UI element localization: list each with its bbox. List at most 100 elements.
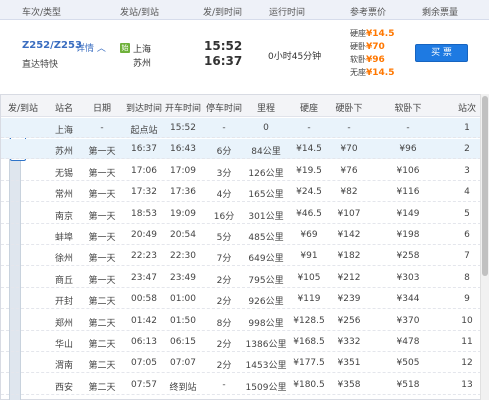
cell-station: 西安 — [54, 382, 74, 393]
cell-arrive-time: 07:57 — [131, 379, 157, 390]
buy-ticket-button[interactable]: 买 票 — [415, 44, 468, 62]
cell-stop-no: 12 — [461, 358, 473, 369]
to-station: 苏州 — [133, 59, 152, 69]
cell-date: 第一天 — [88, 147, 116, 158]
cell-soft-sleeper: ¥303 — [396, 272, 420, 283]
cell-hard-sleeper: ¥212 — [337, 272, 361, 283]
header-times: 发/到时间 — [203, 8, 243, 18]
stops-panel: 发/到站 站名 日期 到达时间 开车时间 停车时间 里程 硬座 硬卧下 软卧下 … — [0, 94, 481, 400]
cell-soft-sleeper: ¥106 — [396, 165, 420, 176]
cell-hard-seat: ¥14.5 — [296, 144, 322, 155]
cell-distance: 795公里 — [248, 275, 284, 286]
cell-arrive-time: 22:23 — [131, 251, 157, 262]
th-distance: 里程 — [256, 104, 276, 114]
scrollbar[interactable] — [480, 94, 489, 400]
cell-arrive-time: 00:58 — [131, 294, 157, 305]
cell-soft-sleeper: ¥370 — [396, 315, 420, 326]
duration: 0小时45分钟 — [268, 52, 322, 62]
cell-date: 第二天 — [88, 297, 116, 308]
cell-depart-time: 07:07 — [170, 358, 196, 369]
th-stop-time: 停车时间 — [205, 104, 243, 114]
cell-hard-sleeper: ¥358 — [337, 379, 361, 390]
train-code-link[interactable]: Z252/Z253 — [22, 40, 82, 51]
cell-stop-time: 16分 — [213, 211, 235, 222]
cell-hard-sleeper: ¥107 — [337, 208, 361, 219]
cell-hard-seat: ¥46.5 — [296, 208, 322, 219]
cell-date: 第二天 — [88, 340, 116, 350]
cell-depart-time: 06:15 — [170, 337, 196, 347]
cell-soft-sleeper: ¥258 — [396, 251, 420, 262]
cell-date: 第一天 — [88, 190, 116, 201]
cell-stop-time: - — [222, 379, 226, 390]
start-station-badge: 始 — [120, 43, 130, 53]
cell-station: 蚌埠 — [54, 233, 74, 243]
train-result-row: Z252/Z253 详情 ︿ 直达特快 始 上海 苏州 15:52 16:37 … — [0, 21, 489, 83]
price-label: 软卧 — [350, 55, 366, 64]
arrive-time: 16:37 — [204, 54, 243, 68]
cell-arrive-time: 20:49 — [131, 230, 157, 240]
cell-arrive-time: 23:47 — [131, 272, 157, 283]
price-label: 硬卧 — [350, 42, 366, 51]
cell-stop-time: 7分 — [216, 254, 232, 265]
cell-hard-seat: ¥105 — [297, 272, 321, 283]
detail-label: 详情 — [76, 44, 95, 54]
table-row: 苏州 第一天 16:37 16:43 6分 84公里 ¥14.5 ¥70 ¥96 2 — [1, 139, 481, 160]
cell-hard-sleeper: ¥142 — [337, 230, 361, 240]
header-duration: 运行时间 — [269, 8, 306, 18]
cell-arrive-time: 17:32 — [131, 187, 157, 198]
table-row: 西安 第二天 07:57 终到站 - 1509公里 ¥180.5 ¥358 ¥518 13 — [1, 375, 481, 395]
th-station: 站名 — [54, 104, 74, 114]
table-row: 郑州 第二天 01:42 01:50 8分 998公里 ¥128.5 ¥256 ¥370 10 — [1, 311, 481, 331]
cell-stop-no: 8 — [464, 272, 470, 283]
from-station: 上海 — [133, 45, 152, 55]
cell-distance: 485公里 — [248, 233, 284, 243]
cell-date: 第一天 — [88, 168, 116, 179]
cell-depart-time: 16:43 — [170, 144, 196, 155]
cell-soft-sleeper: ¥505 — [396, 358, 420, 369]
cell-station: 苏州 — [54, 147, 74, 158]
cell-distance: 926公里 — [248, 297, 284, 308]
table-row: 南京 第一天 18:53 19:09 16分 301公里 ¥46.5 ¥107 ¥149 5 — [1, 204, 481, 224]
results-header: 车次/类型 发站/到站 发/到时间 运行时间 参考票价 剩余票量 — [0, 0, 489, 20]
detail-link[interactable]: 详情 ︿ — [76, 41, 106, 54]
cell-depart-time: 17:09 — [170, 165, 196, 176]
cell-station: 渭南 — [54, 361, 74, 372]
cell-distance: 998公里 — [248, 318, 284, 329]
cell-depart-time: 22:30 — [170, 251, 196, 262]
cell-arrive-time: 16:37 — [131, 144, 157, 155]
scrollbar-thumb[interactable] — [482, 96, 488, 276]
cell-station: 商丘 — [54, 275, 74, 286]
cell-stop-no: 10 — [461, 315, 473, 326]
cell-stop-no: 11 — [461, 337, 473, 347]
th-stop-no: 站次 — [457, 104, 477, 114]
cell-soft-sleeper: ¥149 — [396, 208, 420, 219]
cell-stop-time: 2分 — [216, 340, 232, 350]
price-soft-sleeper: 软卧¥96 — [350, 54, 385, 65]
price-value: ¥96 — [366, 55, 385, 65]
cell-hard-seat: ¥168.5 — [293, 337, 325, 347]
cell-hard-sleeper: ¥76 — [340, 165, 358, 176]
table-row: 商丘 第一天 23:47 23:49 2分 795公里 ¥105 ¥212 ¥303 8 — [1, 268, 481, 288]
table-row: 徐州 第一天 22:23 22:30 7分 649公里 ¥91 ¥182 ¥258 7 — [1, 246, 481, 267]
stops-table-header: 发/到站 站名 日期 到达时间 开车时间 停车时间 里程 硬座 硬卧下 软卧下 … — [1, 95, 481, 117]
cell-depart-time: 终到站 — [169, 382, 197, 393]
cell-depart-time: 01:50 — [170, 315, 196, 326]
cell-date: 第一天 — [88, 254, 116, 265]
price-value: ¥70 — [366, 42, 385, 52]
cell-hard-seat: ¥128.5 — [293, 315, 325, 326]
cell-hard-seat: ¥69 — [300, 230, 318, 240]
cell-stop-no: 2 — [464, 144, 470, 155]
cell-hard-sleeper: ¥239 — [337, 294, 361, 305]
chevron-up-icon: ︿ — [94, 44, 106, 54]
cell-distance: 1386公里 — [245, 340, 287, 350]
cell-stop-no: 7 — [464, 251, 470, 262]
cell-stop-time: 2分 — [216, 361, 232, 372]
cell-station: 常州 — [54, 190, 74, 201]
cell-depart-time: 15:52 — [170, 123, 196, 133]
depart-time: 15:52 — [204, 39, 243, 53]
cell-hard-seat: ¥177.5 — [293, 358, 325, 369]
cell-station: 徐州 — [54, 254, 74, 265]
price-value: ¥14.5 — [366, 68, 395, 78]
cell-hard-seat: ¥24.5 — [296, 187, 322, 198]
cell-hard-seat: ¥91 — [300, 251, 318, 262]
